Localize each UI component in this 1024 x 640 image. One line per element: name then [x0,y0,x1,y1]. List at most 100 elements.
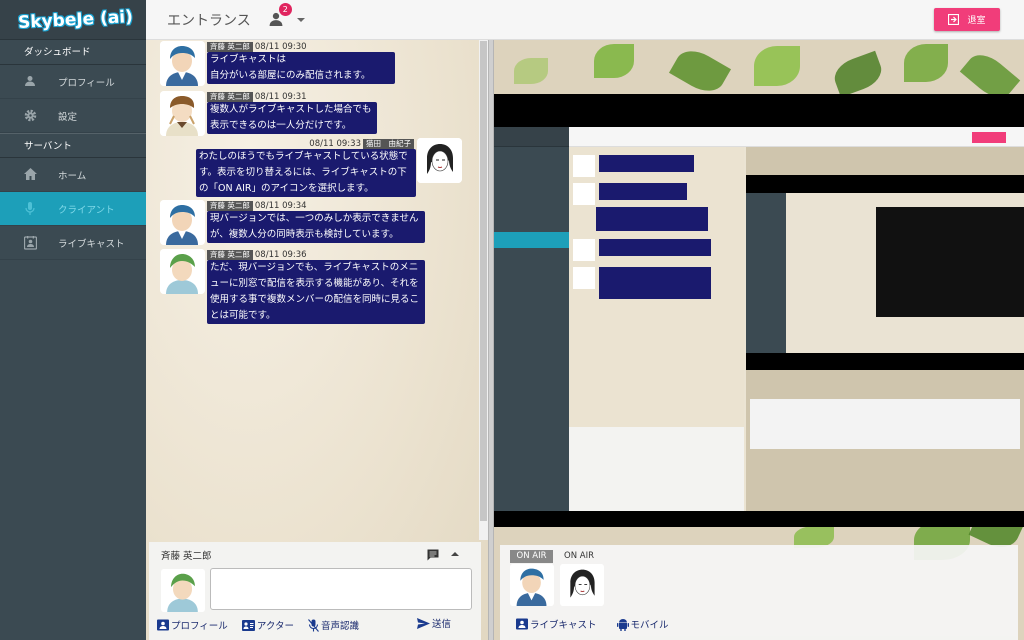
avatar[interactable] [160,249,205,294]
members-button[interactable]: 2 [269,2,292,28]
mini-chat [569,147,744,511]
message-bubble[interactable]: わたしのほうでもライブキャストしている状態で す。表示を切り替えるには、ライブキャ… [196,149,416,197]
composer-avatar [161,569,205,612]
livecast-button[interactable]: ライブキャスト [516,617,597,631]
message-time: 08/11 09:34 [254,200,307,211]
actor-label: アクター [256,621,294,632]
send-label: 送信 [431,619,451,630]
avatar[interactable] [160,200,205,245]
sender-name: 斉藤 英二郎 [207,41,253,52]
profile-button[interactable]: プロフィール [157,618,228,632]
contact-card-icon [157,619,169,631]
ivy-decoration [594,44,634,78]
home-icon [24,167,38,182]
sidebar-item-label: ホーム [58,170,87,182]
avatar[interactable] [160,91,205,136]
message-bubble[interactable]: ライブキャストは自分がいる部屋にのみ配信されます。 [207,52,395,84]
send-icon [416,617,430,629]
voice-label: 音声認識 [320,621,359,632]
message-line: とは可能です。 [210,310,276,321]
mobile-label: モバイル [630,620,669,631]
livecast-panel: ON AIR ON AIR ライブキャスト モバイル [494,40,1024,640]
send-button[interactable]: 送信 [416,616,451,630]
ivy-decoration [754,46,800,86]
microphone-icon [24,201,38,216]
sender-name: 斉藤 英二郎 [207,91,253,102]
mini-header [569,127,1024,147]
message-line: の「ON AIR」のアイコンを選択します。 [199,183,374,194]
ivy-decoration [829,50,887,98]
chevron-up-icon[interactable] [451,552,459,556]
avatar[interactable] [160,41,205,86]
notification-badge: 2 [278,2,292,16]
logo-text: SkybeJe (ai) [17,6,134,33]
message-time: 08/11 09:30 [254,41,307,52]
sidebar: SkybeJe (ai) ダッシュボード プロフィール 設定 サーバント ホーム… [0,0,146,640]
contact-card-icon [516,618,528,630]
message-line: ただ、現バージョンでも、ライブキャストのメニ [210,262,419,273]
message-time: 08/11 09:31 [254,91,307,102]
message-composer: 斉藤 英二郎 プロフィール アクター 音声認識 送信 [149,542,481,640]
message-time: 08/11 09:33 [309,138,361,149]
top-header: エントランス 2 退室 [146,0,1024,40]
message-line: ライブキャストは [210,54,287,65]
page-title: エントランス [167,12,251,29]
sidebar-section-servant: サーバント [0,133,146,158]
sender-name: 斉藤 英二郎 [207,200,253,211]
sidebar-item-label: ライブキャスト [58,238,125,250]
chat-message: 斉藤 英二郎 08/11 09:34 現バージョンでは、一つのみしか表示できません… [207,200,425,243]
composer-toolbar: プロフィール アクター 音声認識 送信 [157,616,473,634]
mobile-button[interactable]: モバイル [616,617,669,631]
exit-label: 退室 [967,16,986,26]
ivy-decoration [668,43,732,99]
chat-message: 斉藤 英二郎 08/11 09:36 ただ、現バージョンでも、ライブキャストのメニ… [207,249,425,324]
actor-card-icon [241,619,255,631]
app-logo[interactable]: SkybeJe (ai) [0,0,146,40]
sidebar-item-home[interactable]: ホーム [0,158,146,192]
exit-icon [948,14,960,25]
voice-recognition-button[interactable]: 音声認識 [308,618,359,632]
actor-button[interactable]: アクター [241,618,294,632]
android-icon [616,618,629,631]
exit-button[interactable]: 退室 [934,8,1000,31]
screen-share-content [494,127,1024,511]
message-bubble[interactable]: 複数人がライブキャストした場合でも 表示できるのは一人分だけです。 [207,102,377,134]
sidebar-section-dashboard: ダッシュボード [0,40,146,65]
livecast-video[interactable] [494,94,1024,527]
message-bubble[interactable]: ただ、現バージョンでも、ライブキャストのメニ ューに別窓で配信を表示する機能があり… [207,260,425,324]
message-line: す。表示を切り替えるには、ライブキャストの下 [199,167,407,178]
message-line: 表示できるのは一人分だけです。 [210,120,352,131]
chevron-down-icon[interactable] [296,17,305,22]
on-air-tag[interactable]: ON AIR [510,550,553,563]
message-line: わたしのほうでもライブキャストしている状態で [199,151,408,162]
mini-sidebar [494,127,569,511]
person-icon [24,75,38,89]
scrollbar-thumb[interactable] [480,41,487,521]
message-line: が、複数人分の同時表示も検討しています。 [210,229,399,240]
message-time: 08/11 09:36 [254,249,307,260]
sender-name: 猫田 由紀子 [363,138,414,149]
sidebar-item-label: 設定 [58,111,78,123]
composer-username: 斉藤 英二郎 [161,551,212,562]
sidebar-item-settings[interactable]: 設定 [0,99,146,133]
live-avatar[interactable] [560,564,604,606]
mini-live [746,147,1024,511]
live-avatar[interactable] [510,564,554,606]
chat-message: 斉藤 英二郎 08/11 09:31 複数人がライブキャストした場合でも 表示できる… [207,91,377,134]
livecast-label: ライブキャスト [530,620,597,631]
chat-message: 斉藤 英二郎 08/11 09:30 ライブキャストは自分がいる部屋にのみ配信され… [207,41,395,84]
avatar[interactable] [417,138,462,183]
microphone-off-icon [308,618,319,632]
gear-icon [24,109,38,123]
chat-scrollbar[interactable] [479,40,488,540]
message-bubble[interactable]: 現バージョンでは、一つのみしか表示できません が、複数人分の同時表示も検討していま… [207,211,425,243]
message-input[interactable] [210,568,472,610]
sidebar-item-client[interactable]: クライアント [0,192,146,226]
sidebar-item-livecast[interactable]: ライブキャスト [0,226,146,260]
sender-name: 斉藤 英二郎 [207,249,253,260]
sidebar-item-profile[interactable]: プロフィール [0,65,146,99]
message-icon[interactable] [427,549,439,561]
message-line: 自分がいる部屋にのみ配信されます。 [210,70,371,81]
ivy-decoration [514,58,548,84]
contact-card-icon [24,235,38,250]
